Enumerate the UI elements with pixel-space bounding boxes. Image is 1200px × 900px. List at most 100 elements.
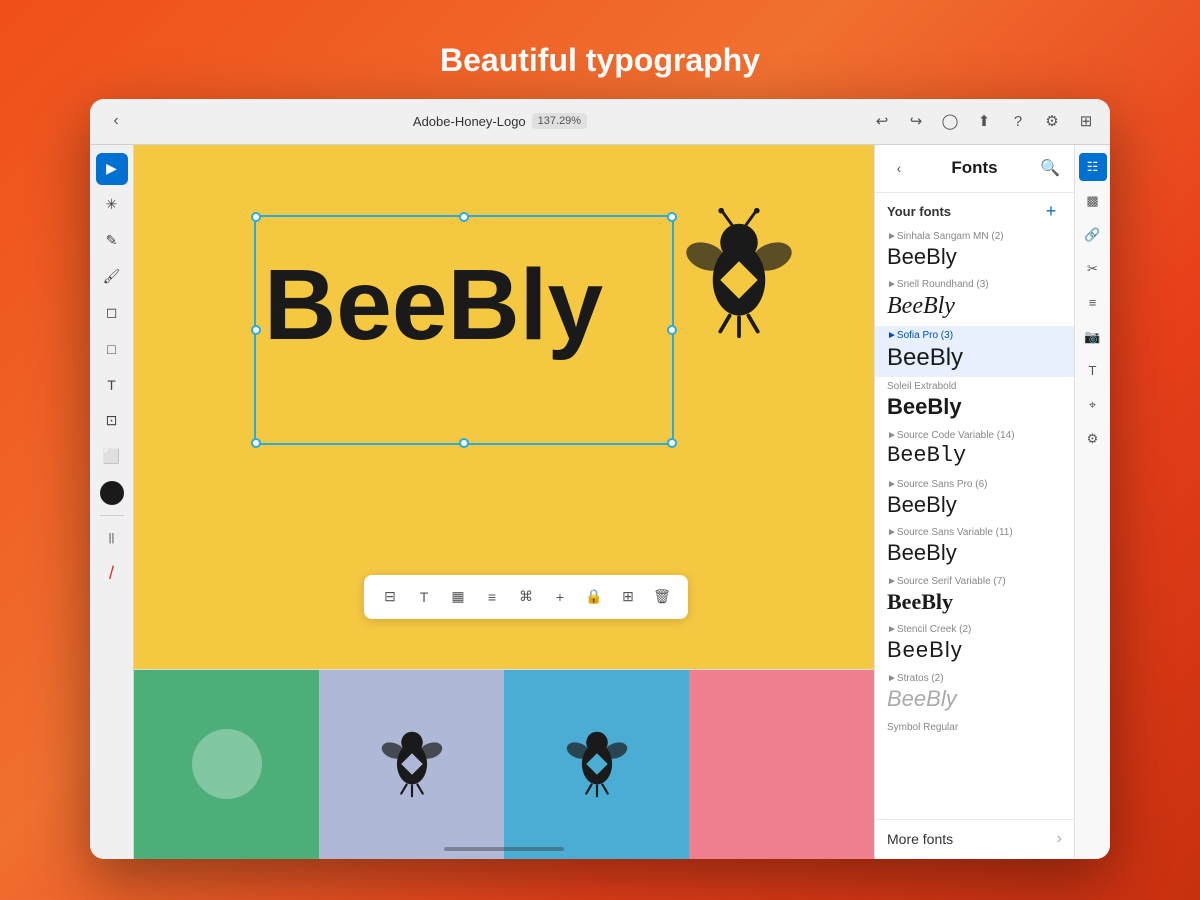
font-name-symbol: Symbol Regular [887, 722, 1062, 733]
settings-micro-button[interactable]: ⚙ [1079, 425, 1107, 453]
panel-search-button[interactable]: 🔍 [1038, 156, 1062, 180]
more-fonts-label: More fonts [887, 831, 953, 847]
context-btn-delete[interactable]: 🗑 [648, 583, 676, 611]
thumb-purple[interactable] [319, 670, 504, 859]
font-name-source-code: ►Source Code Variable (14) [887, 430, 1062, 441]
font-item-sofia[interactable]: ►Sofia Pro (3) BeeBly [875, 326, 1074, 377]
puppet-button[interactable]: ⌖ [1079, 391, 1107, 419]
title-bar-left: ‹ [102, 107, 130, 135]
title-bar-right: ↩ ↪ ◯ ⬆ ? ⚙ ⊞ [870, 109, 1098, 133]
settings-button[interactable]: ⚙ [1040, 109, 1064, 133]
scissors-button[interactable]: ✂ [1079, 255, 1107, 283]
pencil-tool[interactable]: ✎ [96, 225, 128, 257]
handle-br [667, 438, 677, 448]
camera-button[interactable]: 📷 [1079, 323, 1107, 351]
font-preview-snell: BeeBly [887, 291, 1062, 322]
page-title-heading: Beautiful typography [440, 42, 760, 79]
handle-ml [251, 325, 261, 335]
handle-tl [251, 212, 261, 222]
bee-icon [674, 205, 814, 365]
selection-box [254, 215, 674, 445]
undo-button[interactable]: ↩ [870, 109, 894, 133]
handle-tr [667, 212, 677, 222]
image-tool[interactable]: ⬜ [96, 441, 128, 473]
link-button[interactable]: 🔗 [1079, 221, 1107, 249]
thumb-pink[interactable] [689, 670, 874, 859]
thumb-bee-1 [377, 719, 447, 809]
transform-tool[interactable]: ⊡ [96, 405, 128, 437]
panel-back-button[interactable]: ‹ [887, 156, 911, 180]
font-preview-stencil: BeeBly [887, 636, 1062, 665]
context-btn-distribute[interactable]: ⌘ [512, 583, 540, 611]
bee-svg [674, 205, 804, 355]
font-name-sofia: ►Sofia Pro (3) [887, 330, 1062, 341]
font-item-source-sans-pro[interactable]: ►Source Sans Pro (6) BeeBly [875, 475, 1074, 524]
font-name-stratos: ►Stratos (2) [887, 673, 1062, 684]
context-btn-lock[interactable]: 🔒 [580, 583, 608, 611]
context-btn-align[interactable]: ⊟ [376, 583, 404, 611]
color-picker[interactable] [100, 481, 124, 505]
handle-tc [459, 212, 469, 222]
micro-toolbar: ☷ ▩ 🔗 ✂ ≡ 📷 T ⌖ ⚙ [1074, 145, 1110, 859]
image-adjust-button[interactable]: ▩ [1079, 187, 1107, 215]
font-item-source-sans-var[interactable]: ►Source Sans Variable (11) BeeBly [875, 523, 1074, 572]
eraser-tool[interactable]: ◻ [96, 297, 128, 329]
handle-bl [251, 438, 261, 448]
fonts-panel: ‹ Fonts 🔍 Your fonts + ►Sinhala Sangam M… [874, 145, 1074, 859]
more-fonts-chevron-icon: › [1057, 830, 1062, 848]
shape-tool[interactable]: □ [96, 333, 128, 365]
back-button[interactable]: ‹ [102, 107, 130, 135]
panel-section-header: Your fonts + [875, 193, 1074, 227]
main-content: ▶ ✳ ✎ 🖌 ◻ □ T ⊡ ⬜ || / [90, 145, 1110, 859]
title-bar: ‹ Adobe-Honey-Logo 137.29% ↩ ↪ ◯ ⬆ ? ⚙ ⊞ [90, 99, 1110, 145]
font-name-stencil: ►Stencil Creek (2) [887, 624, 1062, 635]
text-tool[interactable]: T [96, 369, 128, 401]
layers-button[interactable]: ☷ [1079, 153, 1107, 181]
context-btn-grid[interactable]: ▦ [444, 583, 472, 611]
red-brush-tool[interactable]: / [96, 558, 128, 590]
context-toolbar: ⊟ T ▦ ≡ ⌘ + 🔒 ⊞ 🗑 [364, 575, 688, 619]
grid-button[interactable]: ⊞ [1074, 109, 1098, 133]
puppet-warp-tool[interactable]: ✳ [96, 189, 128, 221]
font-name-source-sans-var: ►Source Sans Variable (11) [887, 527, 1062, 538]
thumb-bee-2 [562, 719, 632, 809]
add-font-button[interactable]: + [1040, 201, 1062, 223]
font-item-snell[interactable]: ►Snell Roundhand (3) BeeBly [875, 275, 1074, 326]
font-item-sinhala[interactable]: ►Sinhala Sangam MN (2) BeeBly [875, 227, 1074, 276]
font-preview-sinhala: BeeBly [887, 243, 1062, 272]
help-button[interactable]: ? [1006, 109, 1030, 133]
redo-button[interactable]: ↪ [904, 109, 928, 133]
font-preview-source-code: BeeBly [887, 442, 1062, 471]
context-btn-text[interactable]: T [410, 583, 438, 611]
context-btn-add[interactable]: + [546, 583, 574, 611]
font-name-source-serif: ►Source Serif Variable (7) [887, 576, 1062, 587]
font-name-source-sans-pro: ►Source Sans Pro (6) [887, 479, 1062, 490]
context-btn-list[interactable]: ≡ [478, 583, 506, 611]
font-item-source-serif[interactable]: ►Source Serif Variable (7) BeeBly [875, 572, 1074, 621]
zoom-level[interactable]: 137.29% [532, 113, 587, 129]
font-preview-stratos: BeeBly [887, 685, 1062, 714]
left-toolbar: ▶ ✳ ✎ 🖌 ◻ □ T ⊡ ⬜ || / [90, 145, 134, 859]
text-style-button[interactable]: T [1079, 357, 1107, 385]
font-item-symbol[interactable]: Symbol Regular [875, 718, 1074, 738]
thumb-blue[interactable] [504, 670, 689, 859]
share-button[interactable]: ⬆ [972, 109, 996, 133]
context-btn-duplicate[interactable]: ⊞ [614, 583, 642, 611]
select-tool[interactable]: ▶ [96, 153, 128, 185]
stroke-tool[interactable]: || [96, 522, 128, 554]
font-item-stratos[interactable]: ►Stratos (2) BeeBly [875, 669, 1074, 718]
font-item-source-code[interactable]: ►Source Code Variable (14) BeeBly [875, 426, 1074, 475]
font-item-soleil[interactable]: Soleil Extrabold BeeBly [875, 377, 1074, 426]
brush-tool[interactable]: 🖌 [96, 261, 128, 293]
canvas-main[interactable]: BeeBly [134, 145, 874, 669]
canvas-bottom [134, 669, 874, 859]
font-list: ►Sinhala Sangam MN (2) BeeBly ►Snell Rou… [875, 227, 1074, 819]
font-preview-source-sans-var: BeeBly [887, 539, 1062, 568]
panel-header: ‹ Fonts 🔍 [875, 145, 1074, 193]
bars-button[interactable]: ≡ [1079, 289, 1107, 317]
user-icon[interactable]: ◯ [938, 109, 962, 133]
font-item-stencil[interactable]: ►Stencil Creek (2) BeeBly [875, 620, 1074, 669]
font-name-sinhala: ►Sinhala Sangam MN (2) [887, 231, 1062, 242]
thumb-green[interactable] [134, 670, 319, 859]
more-fonts-row[interactable]: More fonts › [875, 819, 1074, 859]
